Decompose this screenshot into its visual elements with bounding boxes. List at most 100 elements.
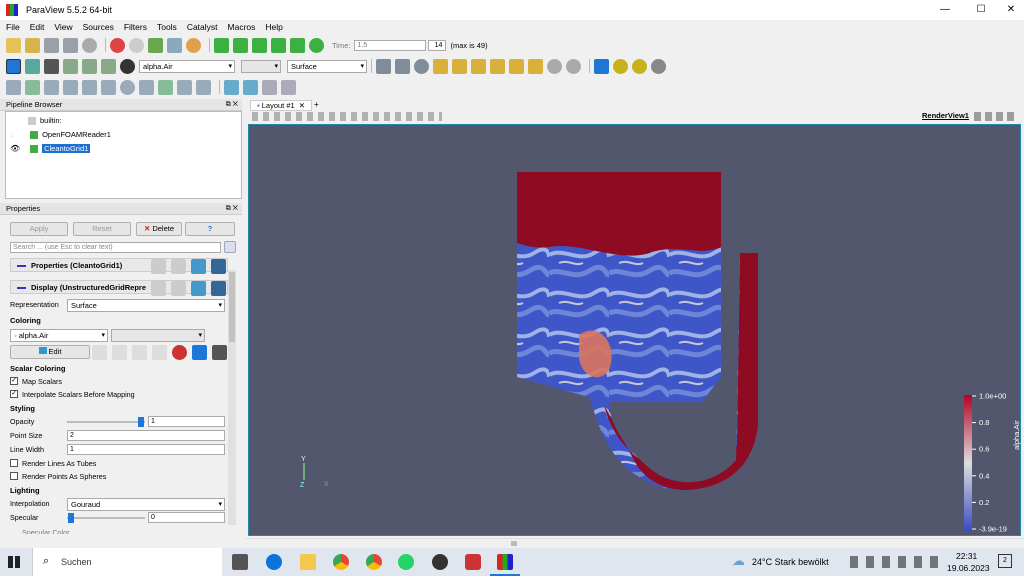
rescale-range-icon[interactable]	[112, 345, 127, 360]
contour-filter-icon[interactable]	[25, 79, 40, 95]
file-explorer-icon[interactable]	[300, 554, 316, 570]
reset-camera-closest-icon[interactable]	[376, 58, 391, 74]
last-frame-icon[interactable]	[290, 37, 305, 53]
save-state-icon[interactable]	[63, 37, 78, 53]
edge-browser-icon[interactable]	[266, 554, 282, 570]
representation-select[interactable]: Surface	[287, 59, 367, 73]
tab-close-icon[interactable]: ✕	[299, 101, 305, 110]
previous-frame-icon[interactable]	[233, 37, 248, 53]
clock-time[interactable]: 22:31	[956, 551, 977, 561]
toggle-color-legend-icon[interactable]	[6, 58, 21, 74]
save-data-icon[interactable]	[44, 37, 59, 53]
coloring-array-dropdown[interactable]: ◦ alpha.Air	[10, 329, 108, 342]
copy-icon[interactable]	[151, 259, 166, 274]
reset-range-icon[interactable]	[44, 58, 59, 74]
apply-button[interactable]: Apply	[10, 222, 68, 236]
interaction-mode-icon[interactable]	[594, 58, 609, 74]
save-defaults-icon[interactable]	[211, 281, 226, 296]
color-palette-icon[interactable]	[186, 37, 201, 53]
opacity-field[interactable]: 1	[148, 416, 225, 427]
settings-gear-icon[interactable]	[281, 79, 296, 95]
reload-icon[interactable]	[191, 259, 206, 274]
play-icon[interactable]	[252, 37, 267, 53]
extract-subset-filter-icon[interactable]	[101, 79, 116, 95]
split-view-icon[interactable]	[243, 79, 258, 95]
specular-slider-track[interactable]	[67, 517, 145, 519]
specular-slider-handle[interactable]	[68, 513, 74, 523]
set-view-minus-x-icon[interactable]	[452, 58, 467, 74]
save-defaults-icon[interactable]	[211, 259, 226, 274]
rotate-minus-90-icon[interactable]	[566, 58, 581, 74]
obs-icon[interactable]	[432, 554, 448, 570]
menu-help[interactable]: Help	[265, 22, 282, 32]
properties-scrollbar[interactable]	[228, 270, 236, 525]
menu-view[interactable]: View	[54, 22, 72, 32]
set-view-minus-z-icon[interactable]	[528, 58, 543, 74]
calculator-filter-icon[interactable]	[6, 79, 21, 95]
connect-icon[interactable]	[82, 37, 97, 53]
open-file-icon[interactable]	[6, 37, 21, 53]
copy-icon[interactable]	[151, 281, 166, 296]
zoom-to-data-icon[interactable]	[395, 58, 410, 74]
set-view-plus-x-icon[interactable]	[433, 58, 448, 74]
slice-filter-icon[interactable]	[63, 79, 78, 95]
menu-filters[interactable]: Filters	[124, 22, 147, 32]
menu-file[interactable]: File	[6, 22, 20, 32]
menu-tools[interactable]: Tools	[157, 22, 177, 32]
interpolate-scalars-checkbox[interactable]: ✓	[10, 390, 18, 398]
reload-icon[interactable]	[191, 281, 206, 296]
property-search-input[interactable]: Search ... (use Esc to clear text)	[10, 242, 221, 253]
chrome-icon[interactable]	[333, 554, 349, 570]
specular-color-label[interactable]: Specular Color	[22, 528, 70, 534]
taskbar-search-box[interactable]: ⌕ Suchen	[32, 548, 222, 576]
loop-icon[interactable]	[309, 37, 324, 53]
show-legend-icon[interactable]	[192, 345, 207, 360]
query-selection-icon[interactable]	[224, 79, 239, 95]
view-toolbar-icons[interactable]	[252, 112, 442, 121]
choose-preset-icon[interactable]	[92, 345, 107, 360]
color-array-select[interactable]: alpha.Air	[139, 59, 235, 73]
undo-icon[interactable]	[110, 37, 125, 53]
pipeline-item-openfoamreader[interactable]: ◌ OpenFOAMReader1	[10, 129, 111, 140]
panel-float-close-icon[interactable]: ⧉ ✕	[226, 99, 238, 111]
panel-float-close-icon[interactable]: ⧉ ✕	[226, 203, 238, 215]
warp-vector-filter-icon[interactable]	[158, 79, 173, 95]
center-axes-icon[interactable]	[613, 58, 628, 74]
edit-color-map-icon[interactable]	[25, 58, 40, 74]
task-view-icon[interactable]	[232, 554, 248, 570]
rotate-plus-90-icon[interactable]	[547, 58, 562, 74]
pipeline-item-cleantogrid[interactable]: 👁 CleantoGrid1	[10, 143, 91, 154]
delete-button[interactable]: ✕ Delete	[136, 222, 182, 236]
paste-icon[interactable]	[171, 259, 186, 274]
foxit-reader-icon[interactable]	[465, 554, 481, 570]
favorite-icon[interactable]	[172, 345, 187, 360]
extract-level-filter-icon[interactable]	[196, 79, 211, 95]
reset-button[interactable]: Reset	[73, 222, 131, 236]
visibility-eye-icon[interactable]	[120, 58, 135, 74]
show-orientation-axes-icon[interactable]	[651, 58, 666, 74]
representation-dropdown[interactable]: Surface	[67, 299, 225, 312]
paraview-taskbar-icon[interactable]	[497, 554, 513, 570]
set-view-minus-y-icon[interactable]	[490, 58, 505, 74]
whatsapp-icon[interactable]	[398, 554, 414, 570]
minimize-button[interactable]: —	[930, 0, 960, 20]
menu-macros[interactable]: Macros	[228, 22, 256, 32]
group-datasets-filter-icon[interactable]	[177, 79, 192, 95]
coloring-component-dropdown[interactable]	[111, 329, 205, 342]
rescale-custom-range-icon[interactable]	[132, 345, 147, 360]
notification-center-icon[interactable]: 2	[998, 554, 1012, 568]
edit-color-map-button[interactable]: Edit	[10, 345, 90, 359]
zoom-to-box-icon[interactable]	[414, 58, 429, 74]
threshold-filter-icon[interactable]	[82, 79, 97, 95]
open-recent-icon[interactable]	[25, 37, 40, 53]
close-button[interactable]: ✕	[996, 0, 1024, 20]
redo-icon[interactable]	[129, 37, 144, 53]
render-view-name[interactable]: RenderView1	[922, 111, 969, 120]
glyph-filter-icon[interactable]	[120, 79, 135, 95]
advanced-gear-icon[interactable]	[224, 241, 236, 253]
clock-date[interactable]: 19.06.2023	[947, 563, 990, 573]
set-view-plus-z-icon[interactable]	[509, 58, 524, 74]
next-frame-icon[interactable]	[271, 37, 286, 53]
scrollbar-thumb[interactable]	[229, 272, 235, 342]
rescale-visible-icon[interactable]	[101, 58, 116, 74]
